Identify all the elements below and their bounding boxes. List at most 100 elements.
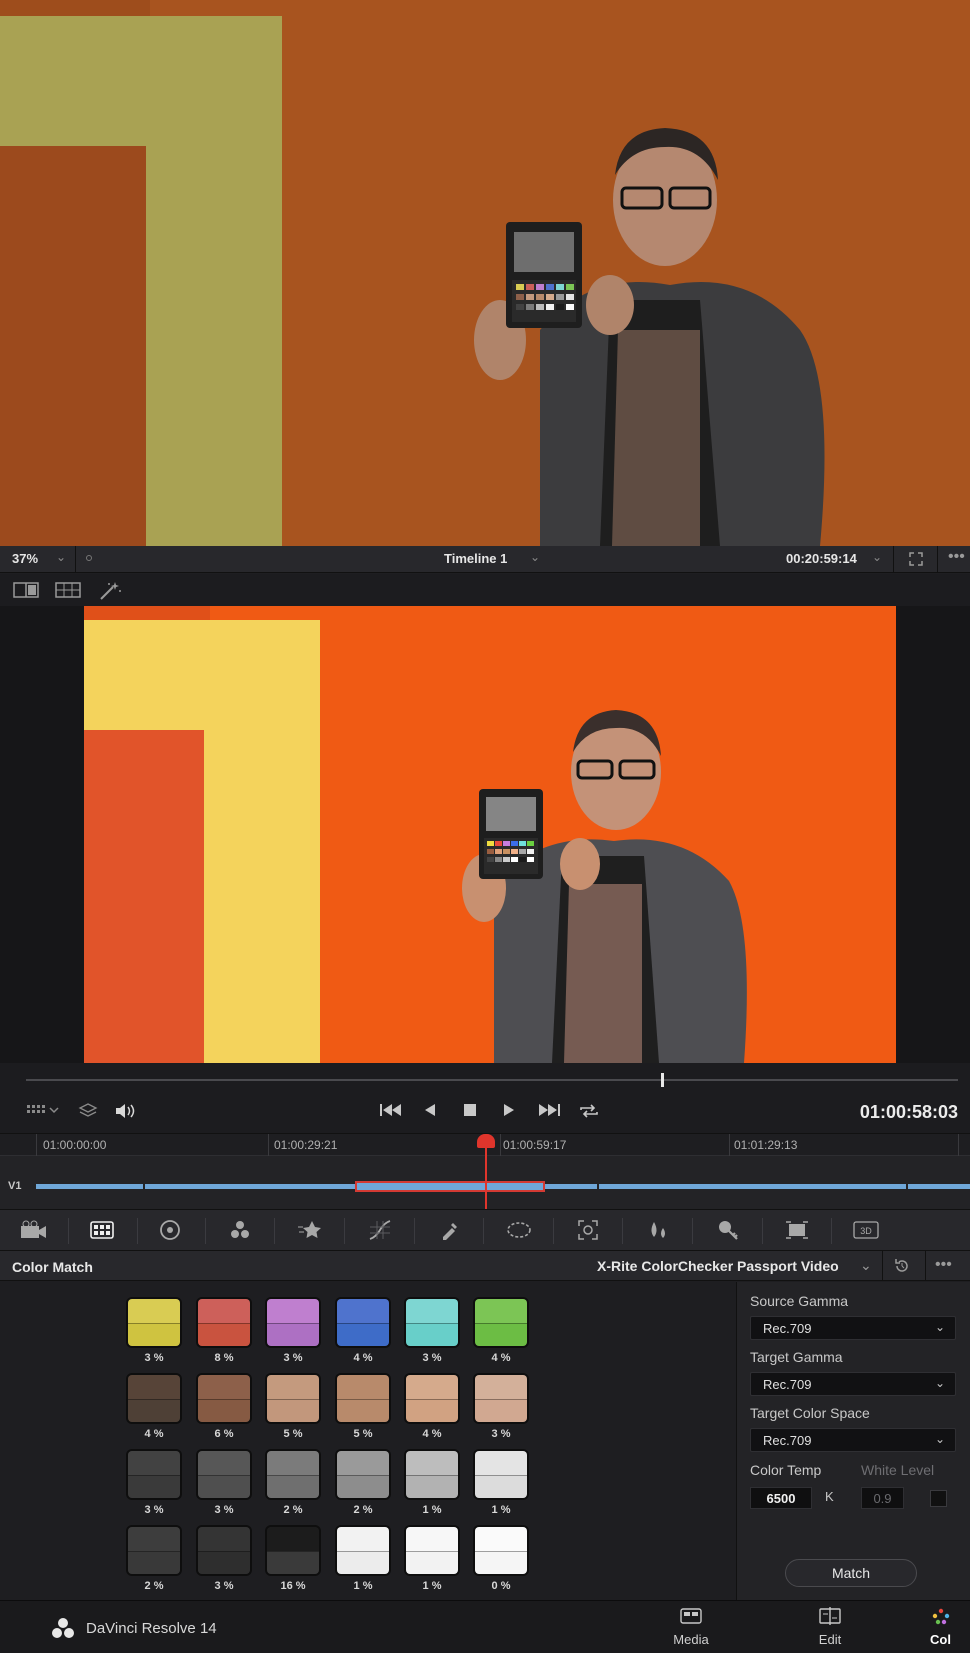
color-swatch[interactable] xyxy=(473,1449,529,1500)
swatch-source-color xyxy=(475,1399,527,1422)
swatch-source-color xyxy=(475,1551,527,1574)
qualifier-eyedropper-icon[interactable] xyxy=(436,1218,464,1242)
chevron-down-icon: ⌄ xyxy=(934,1432,945,1446)
color-swatch[interactable] xyxy=(265,1449,321,1500)
swatch-error-percent: 2 % xyxy=(353,1504,373,1516)
clip-divider xyxy=(143,1184,145,1189)
swatch-target-color xyxy=(198,1299,250,1323)
scrub-bar[interactable] xyxy=(26,1079,958,1081)
divider xyxy=(882,1251,883,1281)
swatch-error-percent: 4 % xyxy=(491,1352,511,1364)
color-swatch[interactable] xyxy=(265,1297,321,1348)
reset-icon[interactable] xyxy=(893,1257,911,1280)
swatch-error-percent: 1 % xyxy=(491,1504,511,1516)
motion-effects-icon[interactable] xyxy=(296,1218,324,1242)
color-match-icon[interactable] xyxy=(88,1218,116,1242)
color-swatch[interactable] xyxy=(404,1297,460,1348)
loop-icon[interactable] xyxy=(578,1102,600,1125)
color-swatch[interactable] xyxy=(404,1525,460,1576)
color-swatch[interactable] xyxy=(196,1297,252,1348)
power-window-icon[interactable] xyxy=(505,1218,533,1242)
blur-icon[interactable] xyxy=(644,1218,672,1242)
swatch-source-color xyxy=(267,1323,319,1346)
gallery-icon[interactable] xyxy=(55,581,81,604)
target-color-space-dropdown[interactable]: Rec.709 ⌄ xyxy=(750,1428,956,1452)
curves-icon[interactable] xyxy=(366,1218,394,1242)
color-swatch[interactable] xyxy=(404,1373,460,1424)
play-reverse-icon[interactable] xyxy=(423,1102,437,1123)
color-swatch[interactable] xyxy=(335,1373,391,1424)
selected-clip[interactable] xyxy=(355,1181,545,1192)
color-swatch[interactable] xyxy=(196,1525,252,1576)
color-swatch[interactable] xyxy=(335,1297,391,1348)
page-navigation-bar: DaVinci Resolve 14 Media Edit Col xyxy=(0,1600,970,1653)
color-temp-input[interactable]: 6500 xyxy=(750,1487,812,1509)
clip-grid-icon[interactable] xyxy=(26,1102,60,1123)
sizing-icon[interactable] xyxy=(783,1218,811,1242)
swatch-error-percent: 3 % xyxy=(283,1352,303,1364)
color-swatch[interactable] xyxy=(126,1297,182,1348)
skip-to-end-icon[interactable] xyxy=(537,1102,561,1123)
mini-timeline[interactable]: 01:00:00:00 01:00:29:21 01:00:59:17 01:0… xyxy=(0,1133,970,1210)
rgb-mixer-icon[interactable] xyxy=(226,1218,254,1242)
page-media[interactable]: Media xyxy=(656,1607,726,1652)
layers-icon[interactable] xyxy=(78,1102,98,1125)
timeline-name[interactable]: Timeline 1 xyxy=(444,551,507,566)
speaker-icon[interactable] xyxy=(114,1102,136,1125)
viewer-frame[interactable] xyxy=(84,606,896,1063)
more-options-icon[interactable]: ••• xyxy=(948,548,965,566)
skip-to-start-icon[interactable] xyxy=(379,1102,403,1123)
page-color[interactable]: Col xyxy=(930,1607,970,1652)
camera-raw-icon[interactable] xyxy=(20,1218,48,1242)
zoom-chevron-icon[interactable]: ⌄ xyxy=(56,550,66,564)
color-swatch[interactable] xyxy=(473,1297,529,1348)
color-swatch[interactable] xyxy=(265,1373,321,1424)
color-swatch[interactable] xyxy=(126,1373,182,1424)
magic-wand-icon[interactable] xyxy=(98,581,122,606)
target-color-space-value: Rec.709 xyxy=(763,1433,812,1448)
match-button[interactable]: Match xyxy=(785,1559,917,1587)
stop-icon[interactable] xyxy=(462,1102,478,1123)
timeline-chevron-icon[interactable]: ⌄ xyxy=(530,550,540,564)
color-swatch[interactable] xyxy=(404,1449,460,1500)
tracker-icon[interactable] xyxy=(574,1218,602,1242)
chevron-down-icon[interactable]: ⌄ xyxy=(860,1257,872,1274)
target-gamma-dropdown[interactable]: Rec.709 ⌄ xyxy=(750,1372,956,1396)
color-swatch[interactable] xyxy=(335,1525,391,1576)
ruler-label: 01:00:59:17 xyxy=(503,1138,567,1152)
chevron-down-icon: ⌄ xyxy=(934,1320,945,1334)
color-swatch[interactable] xyxy=(335,1449,391,1500)
white-level-checkbox[interactable] xyxy=(930,1490,947,1507)
swatch-target-color xyxy=(406,1451,458,1475)
color-swatch[interactable] xyxy=(126,1525,182,1576)
page-label: Col xyxy=(930,1632,951,1647)
chart-selector[interactable]: X-Rite ColorChecker Passport Video xyxy=(597,1258,839,1274)
zoom-level[interactable]: 37% xyxy=(12,551,38,566)
color-swatch[interactable] xyxy=(196,1449,252,1500)
play-icon[interactable] xyxy=(502,1102,516,1123)
split-view-icon[interactable] xyxy=(13,581,39,604)
playhead-handle[interactable] xyxy=(477,1134,495,1148)
swatch-target-color xyxy=(128,1299,180,1323)
viewer[interactable] xyxy=(0,606,970,1063)
timecode-chevron-icon[interactable]: ⌄ xyxy=(872,550,882,564)
swatch-source-color xyxy=(267,1551,319,1574)
color-swatch[interactable] xyxy=(473,1525,529,1576)
swatch-target-color xyxy=(198,1451,250,1475)
stereo-3d-icon[interactable]: 3D xyxy=(852,1218,880,1242)
color-swatch[interactable] xyxy=(196,1373,252,1424)
swatch-error-percent: 4 % xyxy=(144,1428,164,1440)
color-swatch[interactable] xyxy=(265,1525,321,1576)
scrub-playhead[interactable] xyxy=(661,1073,664,1087)
ruler-tick xyxy=(729,1134,730,1156)
page-edit[interactable]: Edit xyxy=(795,1607,865,1652)
color-wheels-icon[interactable] xyxy=(156,1218,184,1242)
source-gamma-dropdown[interactable]: Rec.709 ⌄ xyxy=(750,1316,956,1340)
color-swatch[interactable] xyxy=(126,1449,182,1500)
white-level-input[interactable]: 0.9 xyxy=(861,1487,904,1509)
fullscreen-icon[interactable] xyxy=(908,551,924,570)
color-swatch[interactable] xyxy=(473,1373,529,1424)
more-options-icon[interactable]: ••• xyxy=(935,1256,952,1274)
key-icon[interactable] xyxy=(714,1218,742,1242)
playhead[interactable] xyxy=(485,1142,487,1210)
